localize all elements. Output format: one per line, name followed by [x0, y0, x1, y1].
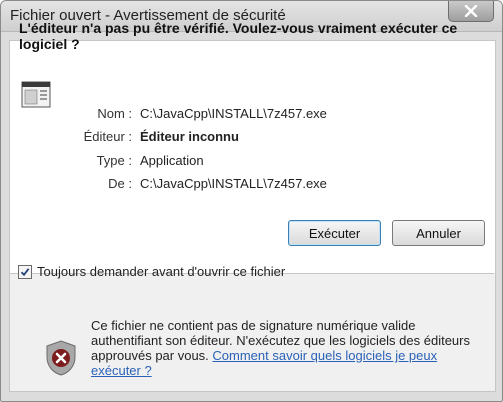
field-label-type: Type : [96, 153, 132, 168]
checkmark-icon [20, 268, 30, 277]
field-value-publisher: Éditeur inconnu [140, 129, 239, 144]
always-ask-label: Toujours demander avant d'ouvrir ce fich… [37, 264, 286, 279]
field-value-name: C:\JavaCpp\INSTALL\7z457.exe [140, 106, 327, 121]
file-icon [21, 81, 51, 108]
field-label-source: De : [108, 176, 132, 191]
cancel-button[interactable]: Annuler [392, 220, 485, 246]
always-ask-checkbox[interactable] [18, 265, 32, 279]
run-button[interactable]: Exécuter [288, 220, 381, 246]
field-value-source: C:\JavaCpp\INSTALL\7z457.exe [140, 176, 327, 191]
close-icon [464, 5, 478, 17]
field-label-publisher: Éditeur : [83, 129, 132, 144]
dialog-question: L'éditeur n'a pas pu être vérifié. Voule… [19, 20, 458, 52]
shield-warning-icon [46, 340, 76, 376]
field-label-name: Nom : [97, 106, 132, 121]
warning-message: Ce fichier ne contient pas de signature … [91, 318, 489, 378]
field-value-type: Application [140, 153, 204, 168]
close-button[interactable] [448, 1, 494, 22]
